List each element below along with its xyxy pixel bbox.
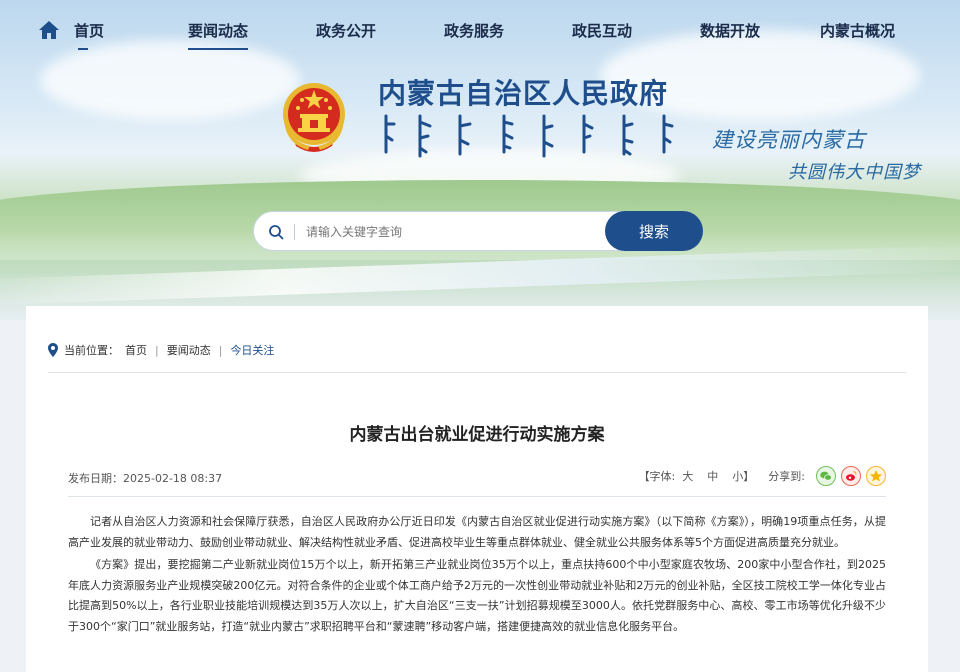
search-divider — [294, 224, 295, 240]
search-button[interactable]: 搜索 — [605, 211, 703, 251]
breadcrumb-item-news[interactable]: 要闻动态 — [167, 342, 211, 358]
font-size-small[interactable]: 小】 — [732, 470, 754, 483]
divider — [48, 372, 906, 373]
home-icon[interactable] — [38, 20, 60, 40]
nav-item-open-data[interactable]: 数据开放 — [700, 20, 760, 54]
breadcrumb-separator: | — [155, 343, 159, 357]
publish-date-label: 发布日期： — [68, 472, 123, 485]
article-body: 记者从自治区人力资源和社会保障厅获悉，自治区人民政府办公厅近日印发《内蒙古自治区… — [68, 512, 886, 639]
article-meta: 发布日期：2025-02-18 08:37 【字体: 大 中 小】 分享到: — [68, 466, 886, 496]
search-bar: 搜索 — [253, 211, 703, 251]
breadcrumb-separator: | — [218, 343, 223, 357]
search-icon — [269, 225, 284, 240]
article-tools: 【字体: 大 中 小】 分享到: — [637, 466, 886, 486]
article-paragraph: 《方案》提出，要挖掘第二产业新就业岗位15万个以上，新开拓第三产业就业岗位35万… — [68, 558, 886, 633]
slogan-line-2: 共圆伟大中国梦 — [788, 162, 921, 183]
font-size-control: 【字体: 大 中 小】 — [637, 468, 755, 484]
divider — [68, 496, 886, 497]
article-paragraph: 记者从自治区人力资源和社会保障厅获悉，自治区人民政府办公厅近日印发《内蒙古自治区… — [68, 515, 886, 549]
nav-item-interaction[interactable]: 政民互动 — [572, 20, 632, 54]
breadcrumb-item-today[interactable]: 今日关注 — [230, 342, 274, 358]
font-size-medium[interactable]: 中 — [707, 470, 718, 483]
publish-date-value: 2025-02-18 08:37 — [123, 472, 223, 485]
national-emblem-logo[interactable] — [280, 80, 348, 156]
mongolian-script-logo — [384, 114, 674, 158]
nav-item-overview[interactable]: 内蒙古概况 — [820, 20, 895, 54]
slogan-line-1: 建设亮丽内蒙古 — [712, 128, 866, 152]
breadcrumb-label: 当前位置： — [64, 344, 119, 357]
share-label: 分享到: — [768, 470, 805, 483]
site-title: 内蒙古自治区人民政府 — [378, 77, 669, 110]
slogan-calligraphy: 建设亮丽内蒙古 共圆伟大中国梦 — [712, 122, 932, 192]
breadcrumb: 当前位置： 首页 | 要闻动态 | 今日关注 — [48, 342, 274, 358]
breadcrumb-item-home[interactable]: 首页 — [125, 342, 147, 358]
nav-item-services[interactable]: 政务服务 — [444, 20, 504, 54]
weibo-share-icon[interactable] — [841, 466, 861, 486]
article-title: 内蒙古出台就业促进行动实施方案 — [349, 425, 605, 445]
font-size-label: 【字体: — [638, 470, 676, 483]
wechat-share-icon[interactable] — [816, 466, 836, 486]
article-card: 当前位置： 首页 | 要闻动态 | 今日关注 内蒙古出台就业促进行动实施方案 发… — [26, 306, 928, 672]
font-size-large[interactable]: 大 — [682, 470, 693, 483]
main-nav: 首页 要闻动态 政务公开 政务服务 政民互动 数据开放 内蒙古概况 — [0, 0, 960, 60]
qzone-share-icon[interactable] — [866, 466, 886, 486]
publish-date: 发布日期：2025-02-18 08:37 — [68, 470, 222, 486]
search-input[interactable] — [306, 220, 606, 244]
nav-item-news[interactable]: 要闻动态 — [188, 20, 249, 54]
nav-item-public[interactable]: 政务公开 — [316, 20, 376, 54]
location-pin-icon — [48, 343, 58, 357]
nav-item-home[interactable]: 首页 — [74, 20, 104, 54]
